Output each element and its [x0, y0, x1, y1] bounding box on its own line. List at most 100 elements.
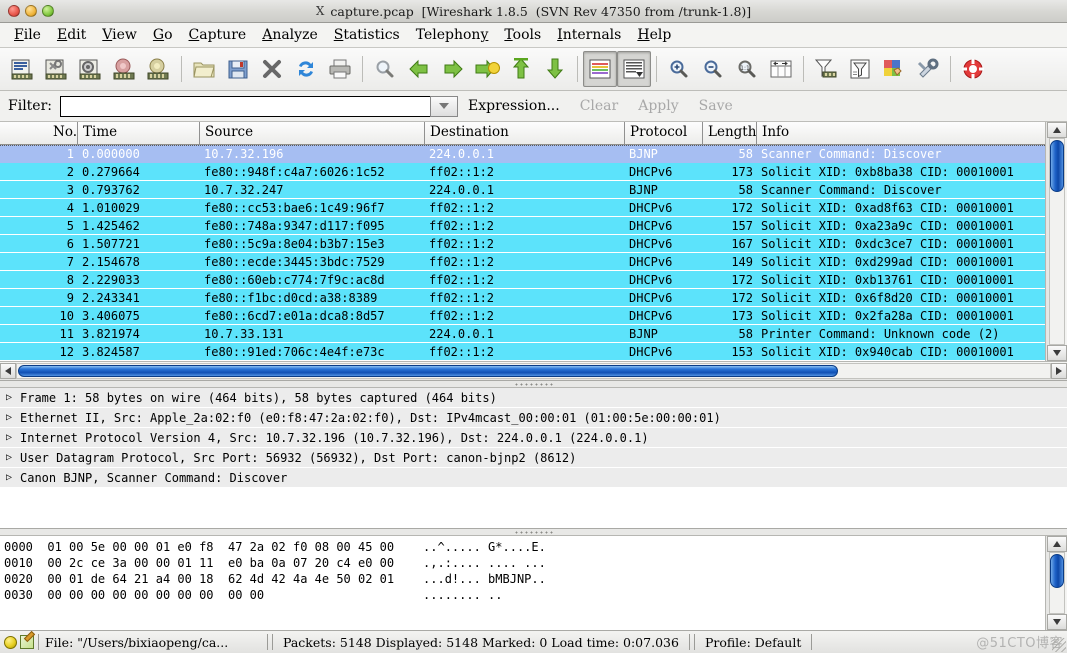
packet-details-pane[interactable]: ▷Frame 1: 58 bytes on wire (464 bits), 5…: [0, 388, 1067, 529]
menu-telephony[interactable]: Telephony: [408, 26, 497, 44]
menu-tools[interactable]: Tools: [496, 26, 549, 44]
expert-info-yellow-icon[interactable]: [4, 636, 17, 649]
packet-row[interactable]: 41.010029fe80::cc53:bae6:1c49:96f7ff02::…: [0, 199, 1045, 217]
packet-row[interactable]: 61.507721fe80::5c9a:8e04:b3b7:15e3ff02::…: [0, 235, 1045, 253]
menu-internals[interactable]: Internals: [549, 26, 629, 44]
bytes-row[interactable]: 0010 00 2c ce 3a 00 00 01 11 e0 ba 0a 07…: [4, 555, 1045, 571]
find-packet-icon[interactable]: [368, 51, 402, 87]
packet-row[interactable]: 72.154678fe80::ecde:3445:3bdc:7529ff02::…: [0, 253, 1045, 271]
packet-row[interactable]: 113.82197410.7.33.131224.0.0.1BJNP58Prin…: [0, 325, 1045, 343]
scroll-right-button[interactable]: [1051, 363, 1067, 379]
column-header-length[interactable]: Length: [703, 122, 757, 144]
packet-row[interactable]: 10.00000010.7.32.196224.0.0.1BJNP58Scann…: [0, 145, 1045, 163]
start-capture-icon[interactable]: [74, 51, 108, 87]
close-file-icon[interactable]: [255, 51, 289, 87]
print-icon[interactable]: [323, 51, 357, 87]
go-last-packet-icon[interactable]: [538, 51, 572, 87]
column-header-no[interactable]: No.: [0, 122, 78, 144]
packet-row[interactable]: 51.425462fe80::748a:9347:d117:f095ff02::…: [0, 217, 1045, 235]
interfaces-list-icon[interactable]: [6, 51, 40, 87]
detail-row[interactable]: ▷Frame 1: 58 bytes on wire (464 bits), 5…: [0, 388, 1067, 408]
column-header-destination[interactable]: Destination: [425, 122, 625, 144]
menu-go[interactable]: Go: [145, 26, 181, 44]
stop-capture-icon[interactable]: [108, 51, 142, 87]
go-forward-icon[interactable]: [436, 51, 470, 87]
menu-help[interactable]: Help: [629, 26, 679, 44]
auto-scroll-toggle-icon[interactable]: [617, 51, 651, 87]
menu-statistics[interactable]: Statistics: [326, 26, 408, 44]
packet-row[interactable]: 30.79376210.7.32.247224.0.0.1BJNP58Scann…: [0, 181, 1045, 199]
bytes-row[interactable]: 0020 00 01 de 64 21 a4 00 18 62 4d 42 4a…: [4, 571, 1045, 587]
column-header-time[interactable]: Time: [78, 122, 200, 144]
capture-options-icon[interactable]: [40, 51, 74, 87]
reload-file-icon[interactable]: [289, 51, 323, 87]
scroll-up-button[interactable]: [1047, 536, 1067, 552]
triangle-right-icon[interactable]: ▷: [0, 432, 18, 443]
vertical-scroll-thumb[interactable]: [1050, 140, 1064, 192]
status-profile-field[interactable]: Profile: Default: [694, 634, 812, 650]
pane-splitter-top[interactable]: [0, 381, 1067, 388]
open-file-icon[interactable]: [187, 51, 221, 87]
save-file-icon[interactable]: [221, 51, 255, 87]
filter-apply-button[interactable]: Apply: [628, 98, 688, 114]
packet-list-horizontal-scrollbar[interactable]: [0, 361, 1067, 380]
go-back-icon[interactable]: [402, 51, 436, 87]
go-first-packet-icon[interactable]: [504, 51, 538, 87]
zoom-in-icon[interactable]: [662, 51, 696, 87]
packet-list-vertical-scrollbar[interactable]: [1045, 122, 1067, 361]
resize-columns-icon[interactable]: [764, 51, 798, 87]
filter-clear-button[interactable]: Clear: [570, 98, 629, 114]
restart-capture-icon[interactable]: [142, 51, 176, 87]
close-window-button[interactable]: [8, 5, 20, 17]
status-file-field[interactable]: File: "/Users/bixiaopeng/ca...: [38, 634, 268, 650]
bytes-row[interactable]: 0030 00 00 00 00 00 00 00 00 00 00 .....…: [4, 587, 1045, 603]
vertical-scroll-track[interactable]: [1049, 552, 1065, 614]
horizontal-scroll-track[interactable]: [16, 363, 1051, 379]
preferences-icon[interactable]: [911, 51, 945, 87]
menu-file[interactable]: File: [6, 26, 49, 44]
triangle-right-icon[interactable]: ▷: [0, 452, 18, 463]
menu-edit[interactable]: Edit: [49, 26, 94, 44]
vertical-scroll-thumb[interactable]: [1050, 554, 1064, 588]
column-header-protocol[interactable]: Protocol: [625, 122, 703, 144]
pane-splitter-bottom[interactable]: [0, 529, 1067, 536]
window-resize-grip[interactable]: [1052, 638, 1066, 652]
scroll-down-button[interactable]: [1047, 614, 1067, 630]
go-to-packet-icon[interactable]: [470, 51, 504, 87]
scroll-down-button[interactable]: [1047, 345, 1067, 361]
filter-expression-button[interactable]: Expression...: [458, 98, 570, 114]
zoom-out-icon[interactable]: [696, 51, 730, 87]
packet-row[interactable]: 103.406075fe80::6cd7:e01a:dca8:8d57ff02:…: [0, 307, 1045, 325]
horizontal-scroll-thumb[interactable]: [18, 365, 838, 377]
coloring-rules-icon[interactable]: [877, 51, 911, 87]
filter-history-dropdown-button[interactable]: [430, 96, 458, 117]
triangle-right-icon[interactable]: ▷: [0, 412, 18, 423]
menu-analyze[interactable]: Analyze: [254, 26, 326, 44]
maximize-window-button[interactable]: [42, 5, 54, 17]
detail-row[interactable]: ▷User Datagram Protocol, Src Port: 56932…: [0, 448, 1067, 468]
capture-comment-icon[interactable]: [20, 635, 34, 649]
zoom-normal-icon[interactable]: 1:1: [730, 51, 764, 87]
bytes-row[interactable]: 0000 01 00 5e 00 00 01 e0 f8 47 2a 02 f0…: [4, 539, 1045, 555]
capture-filters-icon[interactable]: [809, 51, 843, 87]
minimize-window-button[interactable]: [25, 5, 37, 17]
vertical-scroll-track[interactable]: [1049, 138, 1065, 345]
packet-bytes-vertical-scrollbar[interactable]: [1045, 536, 1067, 630]
filter-save-button[interactable]: Save: [689, 98, 743, 114]
display-filter-input[interactable]: [60, 96, 430, 117]
triangle-right-icon[interactable]: ▷: [0, 472, 18, 483]
colorize-toggle-icon[interactable]: [583, 51, 617, 87]
display-filters-icon[interactable]: [843, 51, 877, 87]
detail-row[interactable]: ▷Ethernet II, Src: Apple_2a:02:f0 (e0:f8…: [0, 408, 1067, 428]
column-header-info[interactable]: Info: [757, 122, 1045, 144]
help-contents-icon[interactable]: [956, 51, 990, 87]
packet-row[interactable]: 92.243341fe80::f1bc:d0cd:a38:8389ff02::1…: [0, 289, 1045, 307]
triangle-right-icon[interactable]: ▷: [0, 392, 18, 403]
scroll-up-button[interactable]: [1047, 122, 1067, 138]
detail-row[interactable]: ▷Canon BJNP, Scanner Command: Discover: [0, 468, 1067, 488]
detail-row[interactable]: ▷Internet Protocol Version 4, Src: 10.7.…: [0, 428, 1067, 448]
menu-view[interactable]: View: [94, 26, 145, 44]
scroll-left-button[interactable]: [0, 363, 16, 379]
menu-capture[interactable]: Capture: [181, 26, 255, 44]
column-header-source[interactable]: Source: [200, 122, 425, 144]
